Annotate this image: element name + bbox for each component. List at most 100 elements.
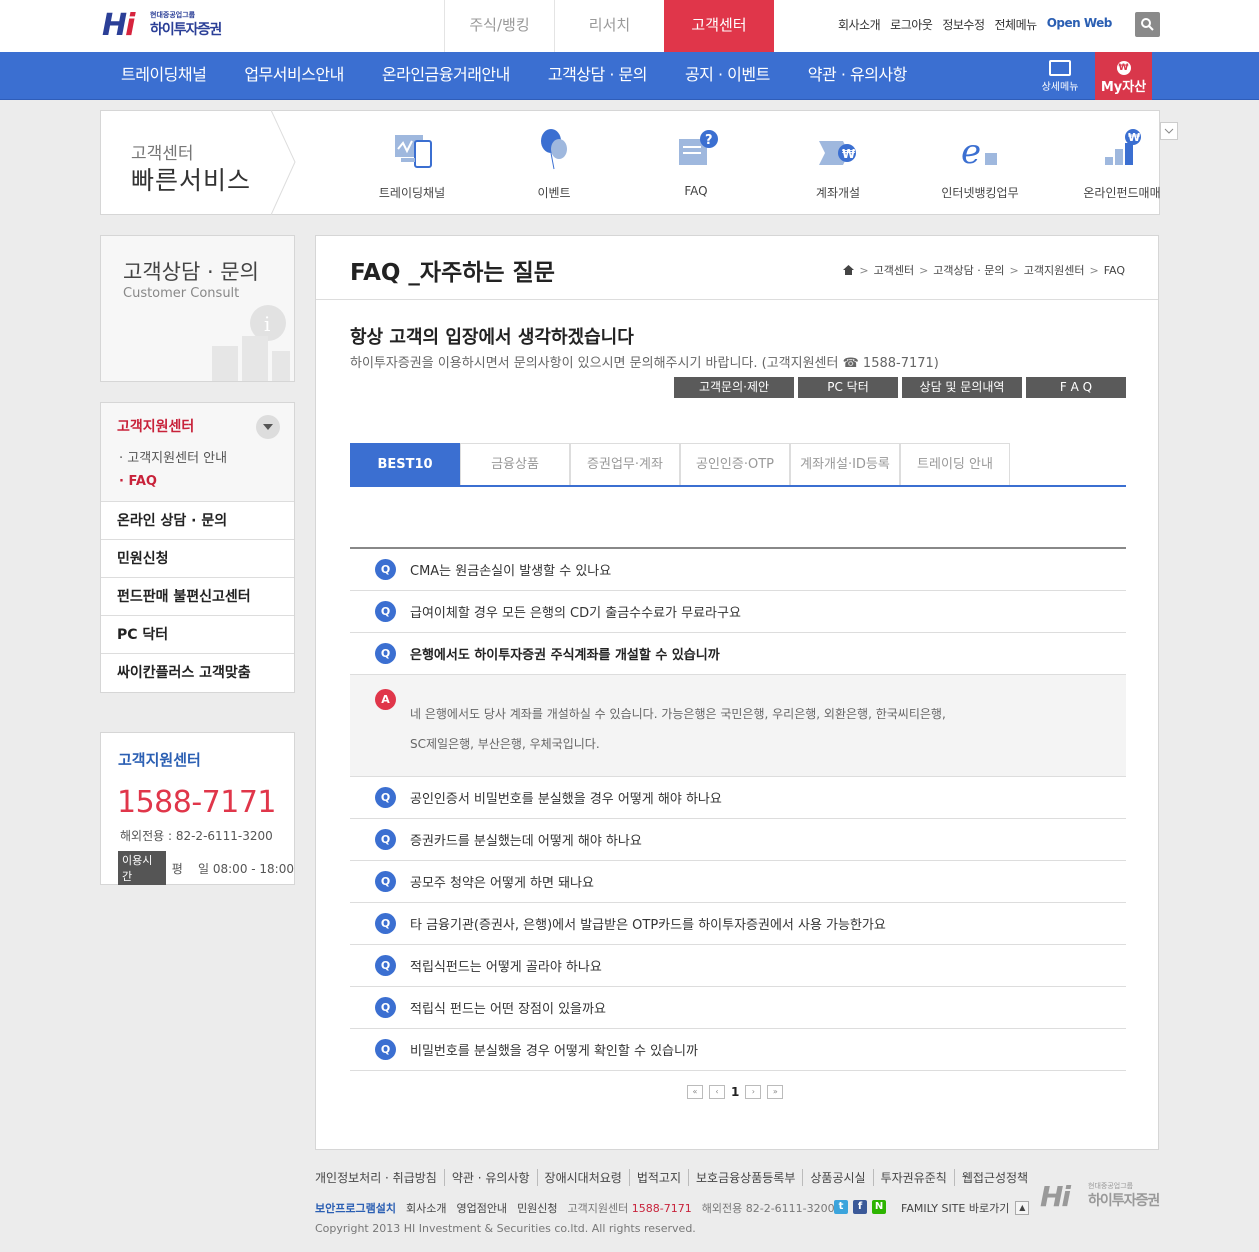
btn-inquiry[interactable]: 고객문의·제안 — [674, 377, 794, 398]
svg-text:?: ? — [705, 133, 713, 148]
tab-best10[interactable]: BEST10 — [350, 443, 460, 485]
quick-item-banking[interactable]: e 인터넷뱅킹업무 — [909, 127, 1051, 201]
lnb-item-fund-report[interactable]: 펀드판매 불편신고센터 — [101, 578, 294, 616]
btn-pc-doctor[interactable]: PC 닥터 — [798, 377, 898, 398]
breadcrumb-item[interactable]: 고객지원센터 — [1024, 262, 1085, 278]
breadcrumb-current: FAQ — [1103, 263, 1125, 277]
tab-customer-center[interactable]: 고객센터 — [664, 0, 774, 52]
question-icon: Q — [375, 643, 396, 664]
faq-question-row[interactable]: Q CMA는 원금손실이 발생할 수 있나요 — [350, 549, 1126, 591]
util-edit-info[interactable]: 정보수정 — [942, 16, 985, 33]
pager-prev[interactable]: ‹ — [709, 1085, 725, 1099]
hours-tag: 이용시간 — [118, 851, 166, 885]
footer-overseas: 해외전용 82-2-6111-3200 — [701, 1202, 835, 1215]
breadcrumb-item[interactable]: 고객상담 · 문의 — [933, 262, 1004, 278]
footer-link[interactable]: 보호금융상품등록부 — [688, 1169, 802, 1186]
faq-question-row[interactable]: Q 타 금융기관(증권사, 은행)에서 발급받은 OTP카드를 하이투자증권에서 … — [350, 903, 1126, 945]
svg-text:i: i — [264, 312, 270, 336]
footer-cs-phone: 1588-7171 — [631, 1202, 692, 1215]
home-icon[interactable] — [843, 265, 855, 275]
footer-branches[interactable]: 영업점안내 — [456, 1200, 507, 1216]
greeting-desc: 하이투자증권을 이용하시면서 문의사항이 있으시면 문의해주시기 바랍니다. (… — [350, 356, 939, 371]
question-icon: Q — [375, 787, 396, 808]
my-asset-button[interactable]: ₩ My자산 — [1095, 52, 1152, 100]
breadcrumb-item[interactable]: 고객센터 — [874, 262, 914, 278]
answer-line: 네 은행에서도 당사 계좌를 개설하실 수 있습니다. 가능은행은 국민은행, … — [410, 707, 946, 721]
gnb-trading-channel[interactable]: 트레이딩채널 — [102, 52, 225, 100]
detail-menu-button[interactable]: 상세메뉴 — [1034, 60, 1086, 98]
footer-link[interactable]: 장애시대처요령 — [536, 1169, 629, 1186]
footer-link[interactable]: 약관 · 유의사항 — [443, 1169, 537, 1186]
lnb-item-online-consult[interactable]: 온라인 상담 · 문의 — [101, 502, 294, 540]
faq-question-row[interactable]: Q 적립식 펀드는 어떤 장점이 있을까요 — [350, 987, 1126, 1029]
lnb-sub-faq[interactable]: · FAQ — [117, 474, 278, 489]
facebook-icon[interactable]: f — [853, 1200, 867, 1214]
family-site[interactable]: FAMILY SITE 바로가기 ▲ — [901, 1200, 1030, 1216]
footer-security-install[interactable]: 보안프로그램설치 — [315, 1200, 396, 1216]
detail-menu-label: 상세메뉴 — [1041, 82, 1079, 93]
pager-next[interactable]: › — [745, 1085, 762, 1099]
footer-cs-label: 고객지원센터 1588-7171 — [568, 1200, 692, 1216]
gnb-notice-event[interactable]: 공지 · 이벤트 — [666, 52, 789, 100]
quick-item-account[interactable]: ₩ 계좌개설 — [767, 127, 909, 201]
footer-link[interactable]: 법적고지 — [628, 1169, 688, 1186]
faq-question-row[interactable]: Q 증권카드를 분실했는데 어떻게 해야 하나요 — [350, 819, 1126, 861]
tab-research[interactable]: 리서치 — [554, 0, 664, 52]
lnb-item-custom[interactable]: 싸이칸플러스 고객맞춤 — [101, 654, 294, 692]
chevron-down-icon — [1164, 128, 1174, 134]
gnb-terms[interactable]: 약관 · 유의사항 — [789, 52, 926, 100]
tab-securities-account[interactable]: 증권업무·계좌 — [570, 443, 680, 485]
gnb-services[interactable]: 업무서비스안내 — [225, 52, 363, 100]
pager-current[interactable]: 1 — [731, 1085, 739, 1099]
footer-link[interactable]: 상품공시실 — [802, 1169, 872, 1186]
tab-cert-otp[interactable]: 공인인증·OTP — [680, 443, 790, 485]
pager-first[interactable]: « — [687, 1085, 703, 1099]
footer-logo: Hi 현대중공업그룹 하이투자증권 — [1040, 1180, 1170, 1220]
footer-company[interactable]: 회사소개 — [406, 1200, 446, 1216]
quick-item-label: 이벤트 — [537, 186, 571, 200]
quick-collapse-button[interactable] — [1160, 122, 1178, 140]
faq-question-row[interactable]: Q 적립식펀드는 어떻게 골라야 하나요 — [350, 945, 1126, 987]
tab-financial-products[interactable]: 금융상품 — [460, 443, 570, 485]
faq-question-row[interactable]: Q 공모주 청약은 어떻게 하면 돼나요 — [350, 861, 1126, 903]
faq-question-row-open[interactable]: Q 은행에서도 하이투자증권 주식계좌를 개설할 수 있습니까 — [350, 633, 1126, 675]
lnb-item-complaint[interactable]: 민원신청 — [101, 540, 294, 578]
support-phone: 1588-7171 — [117, 785, 277, 820]
footer-link[interactable]: 투자권유준칙 — [872, 1169, 954, 1186]
logo-name: 하이투자증권 — [150, 22, 222, 38]
gnb-online-finance[interactable]: 온라인금융거래안내 — [363, 52, 529, 100]
faq-question-row[interactable]: Q 급여이체할 경우 모든 은행의 CD기 출금수수료가 무료라구요 — [350, 591, 1126, 633]
util-open-web[interactable]: Open Web — [1047, 16, 1113, 33]
chevron-up-icon[interactable]: ▲ — [1015, 1201, 1030, 1215]
quick-item-trading[interactable]: 트레이딩채널 — [341, 127, 483, 201]
support-hours: 이용시간 평 일 08:00 - 18:00 — [118, 851, 294, 885]
footer-complaint[interactable]: 민원신청 — [517, 1200, 557, 1216]
naver-icon[interactable]: N — [872, 1200, 886, 1214]
greeting-heading: 항상 고객의 입장에서 생각하겠습니다 — [350, 327, 634, 348]
faq-question-row[interactable]: Q 비밀번호를 분실했을 경우 어떻게 확인할 수 있습니까 — [350, 1029, 1126, 1071]
faq-question-row[interactable]: Q 공인인증서 비밀번호를 분실했을 경우 어떻게 해야 하나요 — [350, 777, 1126, 819]
logo[interactable]: Hi 현대중공업그룹 하이투자증권 — [102, 8, 242, 48]
pager-last[interactable]: » — [767, 1085, 784, 1099]
quick-item-event[interactable]: 이벤트 — [483, 127, 625, 201]
tab-trading-guide[interactable]: 트레이딩 안내 — [900, 443, 1010, 485]
tab-account-id[interactable]: 계좌개설·ID등록 — [790, 443, 900, 485]
tab-stock-banking[interactable]: 주식/뱅킹 — [444, 0, 554, 52]
toggle-chevron-icon[interactable] — [256, 415, 280, 439]
gnb-consult[interactable]: 고객상담 · 문의 — [529, 52, 666, 100]
btn-history[interactable]: 상담 및 문의내역 — [902, 377, 1022, 398]
lnb-item-pc-doctor[interactable]: PC 닥터 — [101, 616, 294, 654]
footer-link[interactable]: 웹접근성정책 — [953, 1169, 1035, 1186]
lnb-sub-guide[interactable]: · 고객지원센터 안내 — [117, 447, 278, 466]
btn-faq[interactable]: F A Q — [1026, 377, 1126, 398]
util-logout[interactable]: 로그아웃 — [890, 16, 933, 33]
footer-link[interactable]: 개인정보처리 · 취급방침 — [315, 1169, 444, 1186]
top-tabs: 주식/뱅킹 리서치 고객센터 — [444, 0, 774, 52]
search-button[interactable] — [1135, 12, 1160, 37]
lnb-group-title[interactable]: 고객지원센터 — [117, 415, 280, 439]
twitter-icon[interactable]: t — [834, 1200, 848, 1214]
util-company[interactable]: 회사소개 — [838, 16, 881, 33]
quick-item-faq[interactable]: ? FAQ — [625, 127, 767, 201]
util-all-menu[interactable]: 전체메뉴 — [995, 16, 1038, 33]
question-icon: Q — [375, 997, 396, 1018]
